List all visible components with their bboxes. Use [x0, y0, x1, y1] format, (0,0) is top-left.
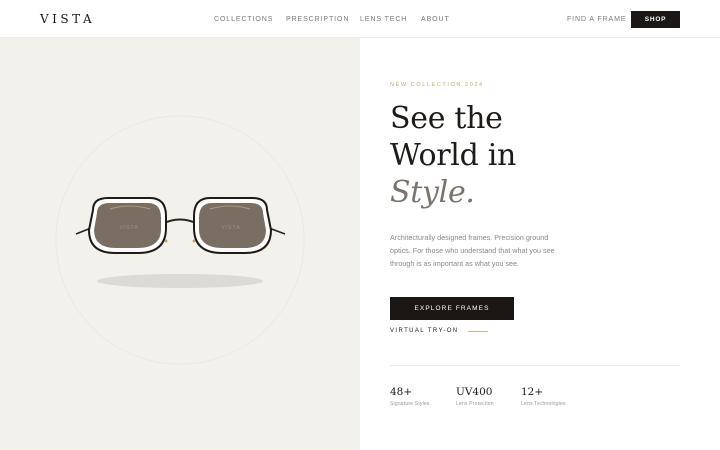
stat-signature-styles: 48+ Signature Styles — [390, 386, 430, 407]
stat-lens-technologies: 12+ Lens Technologies — [521, 386, 566, 407]
hero-headline: See the World in Style. — [390, 100, 516, 211]
try-on-underline — [467, 330, 488, 332]
stat-value: UV400 — [456, 386, 493, 398]
headline-line-2: World in — [390, 138, 517, 173]
headline-line-3: Style. — [390, 175, 475, 210]
description-line-3: through is as important as what you see. — [390, 259, 520, 268]
left-lens-mark: VISTA — [119, 225, 138, 231]
headline-line-1: See the — [390, 101, 503, 136]
description-line-2: optics. For those who understand that wh… — [390, 246, 555, 255]
description-line-1: Architecturally designed frames. Precisi… — [390, 233, 549, 242]
stat-value: 48+ — [390, 386, 413, 398]
stats-divider — [390, 365, 680, 366]
hero-description: Architecturally designed frames. Precisi… — [390, 231, 580, 270]
virtual-try-on-link[interactable]: VIRTUAL TRY-ON — [390, 328, 488, 334]
shop-button[interactable]: SHOP — [631, 11, 680, 28]
brand-logo[interactable]: VISTA — [40, 12, 95, 26]
nav-collections[interactable]: COLLECTIONS — [214, 16, 273, 23]
hero-content: NEW COLLECTION 2024 See the World in Sty… — [360, 38, 720, 450]
site-header: VISTA COLLECTIONS PRESCRIPTION LENS TECH… — [0, 0, 720, 38]
hero-image-panel: VISTA VISTA — [0, 38, 360, 450]
nav-lens-tech[interactable]: LENS TECH — [360, 16, 407, 23]
stat-label: Lens Protection — [456, 401, 494, 407]
stat-lens-protection: UV400 Lens Protection — [456, 386, 494, 407]
glasses-shadow — [97, 274, 263, 288]
right-lens-mark: VISTA — [221, 225, 240, 231]
nav-prescription[interactable]: PRESCRIPTION — [286, 16, 349, 23]
virtual-try-on-label: VIRTUAL TRY-ON — [390, 328, 459, 334]
stat-label: Lens Technologies — [521, 401, 566, 407]
bridge — [161, 218, 199, 225]
stat-label: Signature Styles — [390, 401, 430, 407]
sunglasses-illustration: VISTA VISTA — [55, 115, 305, 365]
nav-about[interactable]: ABOUT — [421, 16, 450, 23]
stat-value: 12+ — [521, 386, 544, 398]
collection-eyebrow: NEW COLLECTION 2024 — [390, 82, 484, 88]
explore-frames-button[interactable]: EXPLORE FRAMES — [390, 297, 514, 320]
find-a-frame-link[interactable]: FIND A FRAME — [567, 16, 626, 23]
